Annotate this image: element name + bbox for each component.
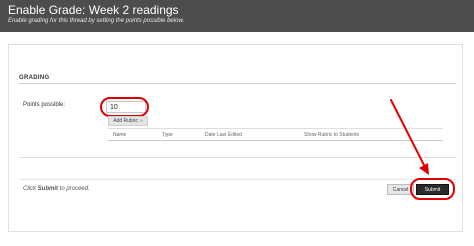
submit-hint: Click Submit to proceed. [23, 186, 90, 192]
page-header: Enable Grade: Week 2 readings Enable gra… [0, 0, 474, 32]
column-header-type: Type [162, 132, 173, 138]
grading-panel [8, 44, 463, 232]
rubric-table-header-rule [108, 140, 443, 141]
column-header-name: Name [113, 132, 127, 138]
add-rubric-label: Add Rubric [113, 118, 138, 124]
submit-highlight-circle [410, 178, 455, 200]
grading-section-title: GRADING [19, 75, 50, 81]
footer-divider [19, 179, 456, 180]
points-highlight-circle [100, 97, 149, 117]
points-possible-label: Points possible: [23, 102, 66, 108]
column-header-date-last-edited: Date Last Edited [205, 132, 242, 138]
chevron-right-icon: » [139, 118, 143, 124]
section-divider [19, 83, 456, 84]
add-rubric-button[interactable]: Add Rubric » [108, 116, 148, 126]
grading-bottom-divider [19, 157, 456, 158]
page-title: Enable Grade: Week 2 readings [8, 3, 179, 17]
column-header-show-rubric: Show Rubric to Students [304, 132, 360, 138]
rubric-table-top-rule [108, 128, 443, 129]
page-subtitle: Enable grading for this thread by settin… [8, 18, 185, 24]
